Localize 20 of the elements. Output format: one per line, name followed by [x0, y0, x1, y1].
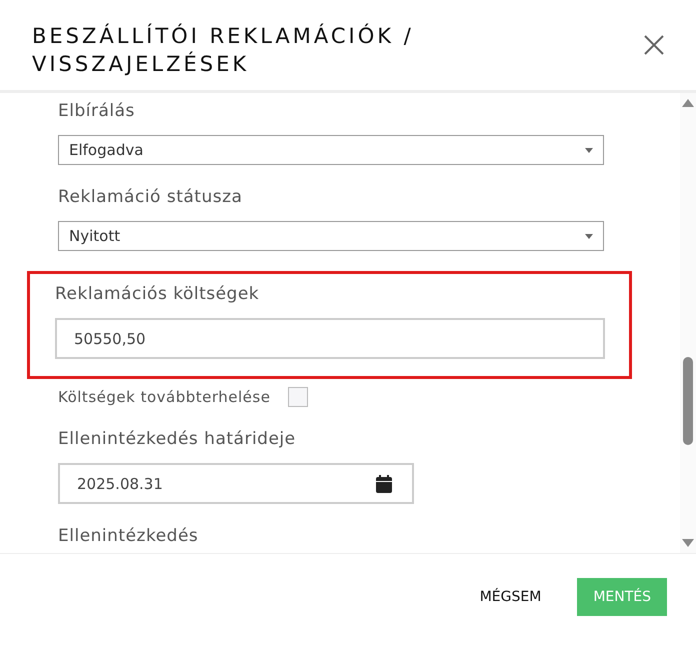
field-label: Elbírálás: [58, 101, 136, 121]
scroll-up-icon[interactable]: [682, 99, 694, 107]
field-label: Reklamációs költségek: [55, 284, 260, 304]
date-field[interactable]: 2025.08.31: [58, 463, 414, 504]
scroll-down-icon[interactable]: [682, 539, 694, 547]
field-label: Ellenintézkedés határideje: [58, 429, 297, 449]
calendar-icon[interactable]: [376, 474, 392, 492]
field-label: Ellenintézkedés: [58, 526, 200, 546]
field-label: Reklamáció státusza: [58, 187, 244, 207]
dropdown-field[interactable]: Nyitott: [58, 221, 604, 251]
dialog-title: BESZÁLLÍTÓI REKLAMÁCIÓK / VISSZAJELZÉSEK: [32, 22, 415, 78]
checkbox[interactable]: [288, 387, 308, 407]
close-icon[interactable]: [644, 35, 664, 55]
scrollbar-thumb[interactable]: [683, 357, 693, 445]
cancel-button[interactable]: MÉGSEM: [464, 578, 558, 616]
caret-icon: [585, 234, 593, 238]
dropdown-field[interactable]: Elfogadva: [58, 135, 604, 165]
field-label: Költségek továbbterhelése: [58, 388, 270, 406]
input-field[interactable]: 50550,50: [55, 318, 605, 359]
caret-icon: [585, 148, 593, 152]
